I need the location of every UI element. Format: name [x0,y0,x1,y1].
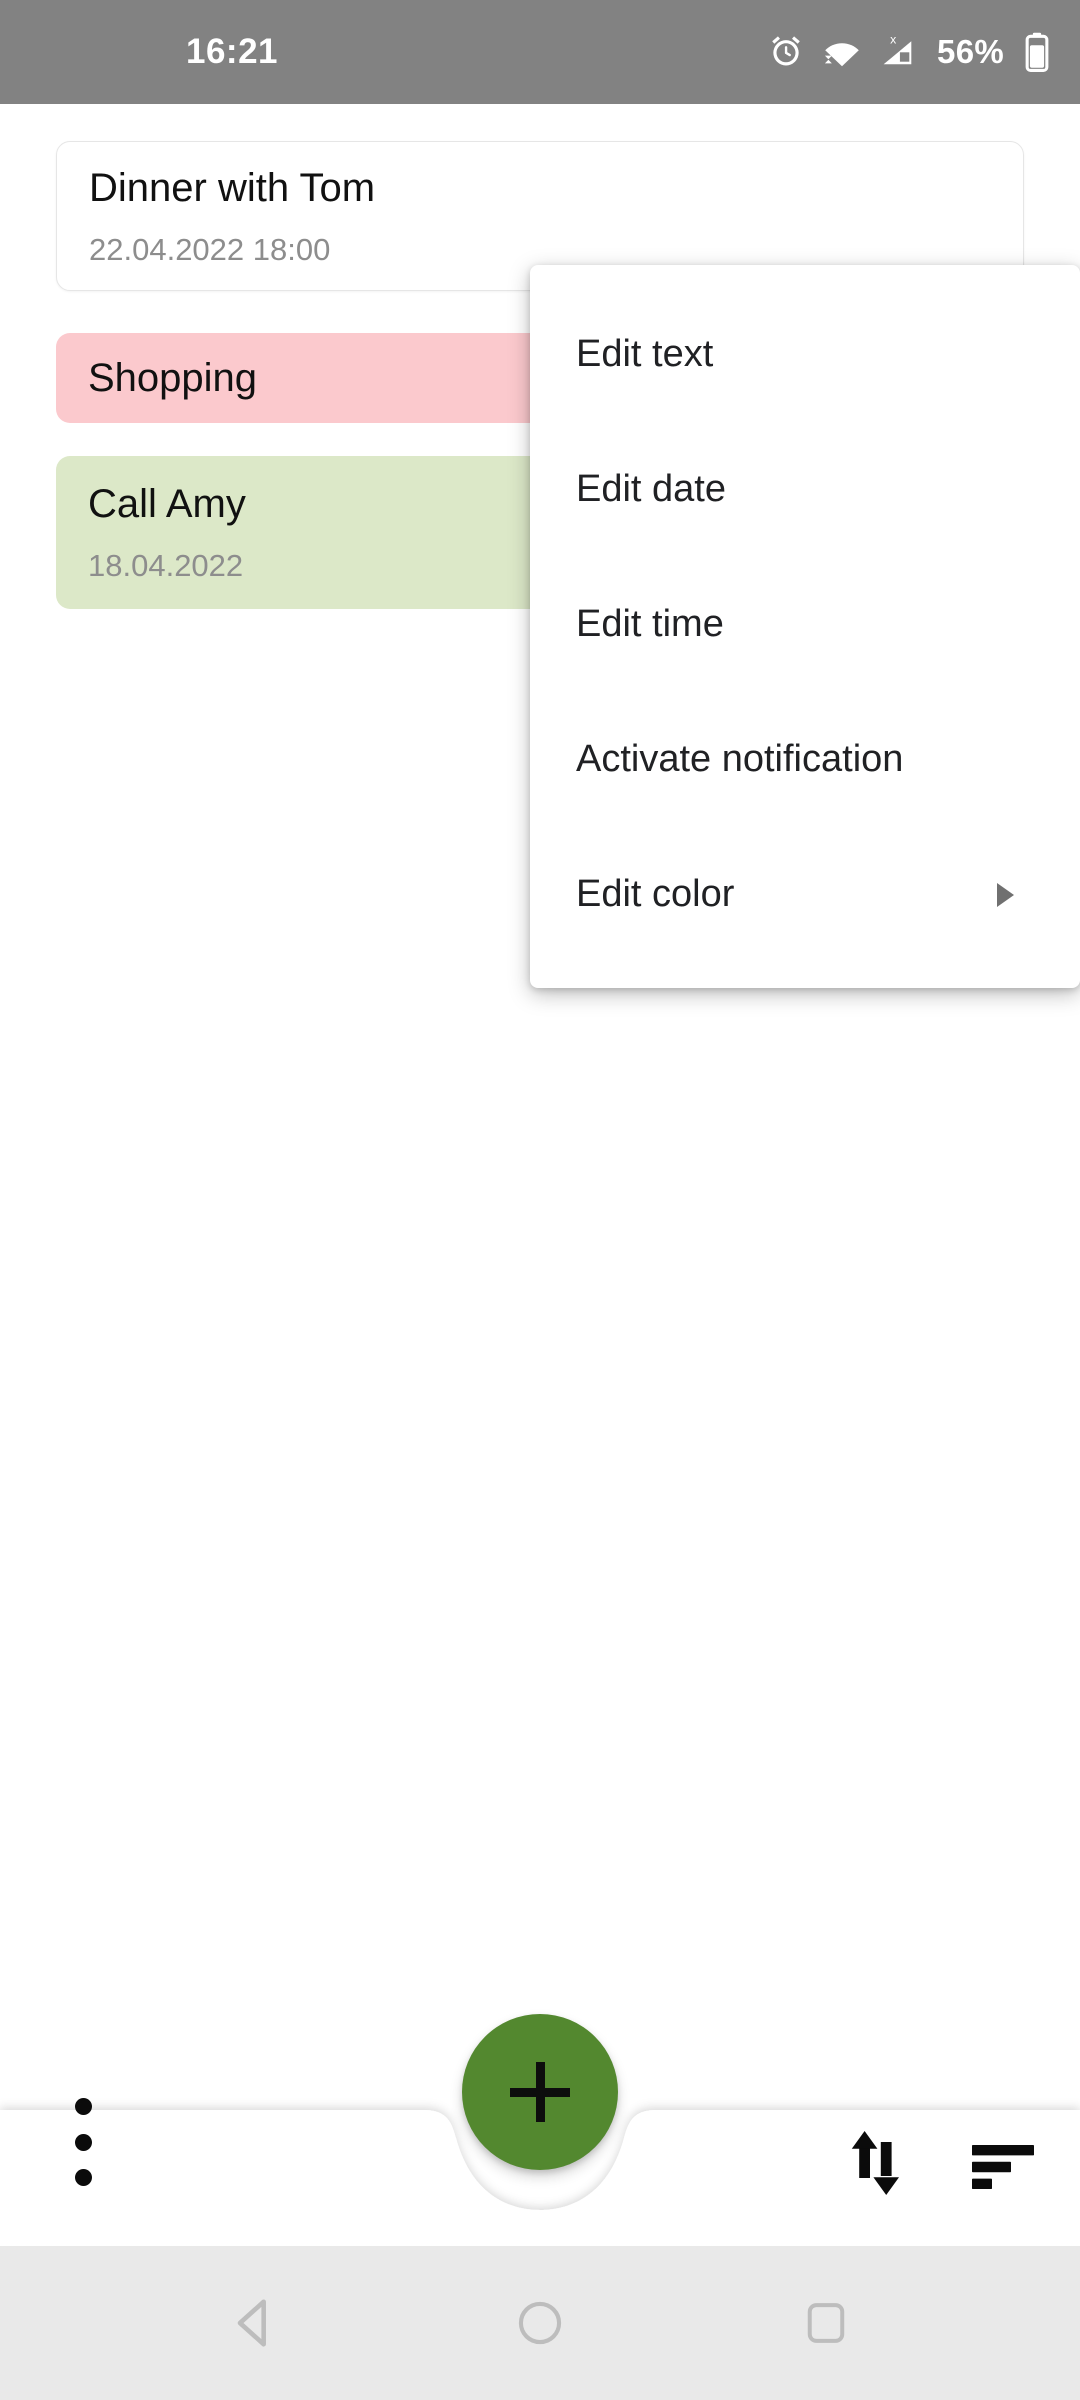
battery-percent-label: 56% [937,33,1004,70]
dot-icon [74,2169,92,2186]
chevron-right-icon [997,882,1014,907]
android-navigation-bar [0,2246,1080,2400]
phone-screen: 16:21 x 56% Dinner with Tom 22.04.2022 1… [0,0,1080,2400]
bottom-bar-right-actions [844,2130,1036,2204]
menu-item-edit-date[interactable]: Edit date [530,422,1080,557]
wifi-icon [823,33,861,71]
sort-arrows-icon [851,2131,899,2195]
signal-no-sim-icon: x [879,32,919,72]
dot-icon [74,2133,92,2151]
menu-item-label: Edit date [576,468,726,510]
status-bar: 16:21 x 56% [0,0,1080,104]
home-circle-icon [518,2301,562,2345]
dot-icon [74,2098,92,2115]
menu-item-label: Activate notification [576,738,904,780]
plus-icon [535,2062,545,2122]
svg-text:x: x [890,33,897,47]
menu-item-label: Edit text [576,333,714,375]
battery-icon [1022,32,1052,72]
add-note-fab[interactable] [462,2014,618,2170]
menu-item-label: Edit color [576,873,735,915]
nav-recents-button[interactable] [781,2278,871,2368]
status-clock: 16:21 [186,32,279,71]
bottom-bar-left-actions [56,2094,110,2190]
sort-button[interactable] [844,2130,908,2204]
menu-item-edit-text[interactable]: Edit text [530,287,1080,422]
nav-back-button[interactable] [209,2278,299,2368]
menu-item-edit-color[interactable]: Edit color [530,827,1080,962]
recents-square-icon [807,2303,845,2343]
menu-item-edit-time[interactable]: Edit time [530,557,1080,692]
menu-item-label: Edit time [576,603,724,645]
note-context-menu: Edit text Edit date Edit time Activate n… [530,265,1080,988]
status-icons: x 56% [767,32,1052,72]
back-triangle-icon [237,2299,266,2347]
filter-button[interactable] [970,2141,1036,2193]
overflow-menu-button[interactable] [56,2094,110,2190]
menu-item-activate-notification[interactable]: Activate notification [530,692,1080,827]
nav-home-button[interactable] [495,2278,585,2368]
note-date: 22.04.2022 18:00 [89,231,331,267]
sort-lines-icon [972,2145,1034,2189]
note-title: Dinner with Tom [89,165,376,210]
alarm-icon [767,33,805,71]
